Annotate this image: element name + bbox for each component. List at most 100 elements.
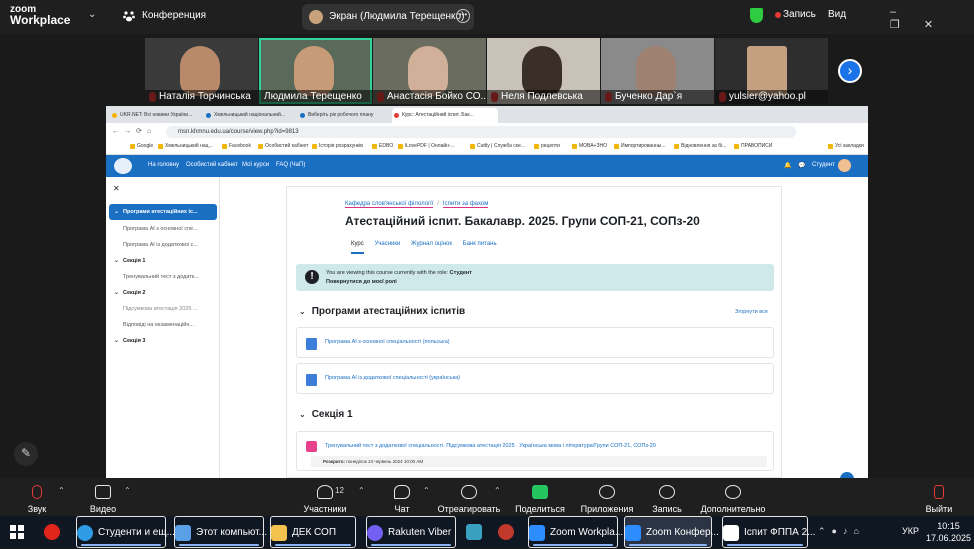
browser-nav-buttons[interactable]: ←→⟳⌂ — [112, 127, 156, 135]
sidebar-item[interactable]: Відповіді на екзаменаційн... — [109, 317, 217, 333]
bookmark[interactable]: EDBO — [372, 143, 393, 149]
taskbar-app[interactable]: Zoom Workpla... — [528, 516, 623, 548]
university-logo[interactable] — [114, 158, 132, 174]
taskbar-app-active[interactable]: Zoom Конфер... — [624, 516, 719, 548]
bookmark[interactable]: ПРАВОПИСИ — [734, 143, 772, 149]
shield-icon[interactable] — [750, 8, 763, 23]
sidebar-item[interactable]: Тренувальний тест з додатк... — [109, 269, 217, 285]
avatar[interactable] — [838, 159, 851, 172]
chevron-up-icon[interactable]: ⌃ — [124, 486, 131, 495]
taskbar-app[interactable]: Этот компьют... — [174, 516, 267, 548]
tab-grades[interactable]: Журнал оцінок — [411, 241, 452, 247]
zoom-logo[interactable]: zoom Workplace — [10, 4, 70, 26]
nav-my-courses[interactable]: Мої курси — [242, 162, 269, 168]
activity-item[interactable]: Програма АІ з основної спеціальності (по… — [296, 327, 774, 358]
bell-icon[interactable]: 🔔 — [784, 162, 791, 169]
video-tile[interactable]: Наталія Торчинська — [145, 38, 258, 104]
sidebar-item[interactable]: Підсумкова атестація 2025 ... — [109, 301, 217, 317]
view-button[interactable]: Вид — [828, 9, 846, 20]
windows-start-icon[interactable] — [10, 516, 30, 548]
reactions-button[interactable]: ⌃ Отреагировать — [434, 478, 504, 516]
video-tile-active-speaker[interactable]: Людмила Терещенко — [259, 38, 372, 104]
section-header[interactable]: ⌄ Програми атестаційних іспитів — [299, 306, 465, 317]
bookmark[interactable]: рецепти — [534, 143, 560, 149]
bookmark[interactable]: Cuttly | Служба ске... — [470, 143, 525, 149]
return-role-link[interactable]: Повернутися до моєї ролі — [326, 279, 397, 285]
bookmark[interactable]: Google — [130, 143, 153, 149]
chevron-right-icon[interactable]: › — [838, 59, 862, 83]
video-tile[interactable]: Неля Подлевська — [487, 38, 600, 104]
chevron-up-icon[interactable]: ⌃ — [58, 486, 65, 495]
tab-course[interactable]: Курс — [351, 241, 364, 254]
close-icon[interactable]: ✕ — [113, 184, 120, 193]
quiz-item[interactable]: Тренувальний тест з додаткової спеціальн… — [296, 431, 774, 471]
participants-button[interactable]: ⌃ Участники — [290, 478, 365, 516]
sidebar-section[interactable]: ⌄ Секція 2 — [109, 285, 217, 301]
more-icon[interactable]: ••• — [456, 9, 470, 23]
bookmark[interactable]: Хмельницький нац... — [158, 143, 213, 149]
browser-tab-active[interactable]: Курс: Атестаційний іспит. Бак... — [392, 108, 498, 123]
taskbar-app[interactable]: Rakuten Viber — [366, 516, 456, 548]
bookmark[interactable]: Відновлення за бі... — [674, 143, 726, 149]
record-button[interactable]: Запись — [632, 478, 702, 516]
taskbar-app[interactable]: Іспит ФППА 2... — [722, 516, 815, 548]
tab-participants[interactable]: Учасники — [374, 241, 400, 247]
window-controls[interactable]: –❐✕ — [890, 6, 974, 31]
activity-link[interactable]: Програма АІ із додаткової спеціальності … — [325, 375, 460, 381]
breadcrumb-link[interactable]: Іспити за фахом — [442, 201, 489, 208]
chevron-down-icon[interactable]: ⌄ — [88, 9, 96, 20]
share-screen-button[interactable]: Поделиться — [505, 478, 575, 516]
more-button[interactable]: Дополнительно — [698, 478, 768, 516]
clock[interactable]: 10:15 17.06.2025 — [926, 520, 971, 544]
bookmark[interactable]: Історія розрахунків — [312, 143, 363, 149]
record-status-label[interactable]: Запись — [783, 9, 816, 20]
sidebar-section[interactable]: ⌄ Секція 1 — [109, 253, 217, 269]
browser-tab[interactable]: UKR.NET: Всі новини України... — [110, 108, 200, 123]
system-tray[interactable]: ⌃●♪⌂ — [818, 526, 865, 537]
language-indicator[interactable]: УКР — [902, 526, 919, 536]
browser-tab[interactable]: Хмельницький національний... — [204, 108, 294, 123]
bookmark[interactable]: Усі закладки — [828, 143, 864, 149]
breadcrumb-link[interactable]: Кафедра слов'янської філології — [345, 201, 434, 208]
video-button[interactable]: ⌃ Видео — [68, 478, 138, 516]
tab-question-bank[interactable]: Банк питань — [463, 241, 497, 247]
chevron-up-icon[interactable]: ⌃ — [494, 486, 501, 495]
video-tile[interactable]: Бученко Дар`я — [601, 38, 714, 104]
bookmark[interactable]: МОВА+ЗНО — [572, 143, 607, 149]
taskbar-app[interactable] — [498, 516, 518, 548]
section-header[interactable]: ⌄ Секція 1 — [299, 409, 353, 420]
activity-link[interactable]: Програма АІ з основної спеціальності (по… — [325, 339, 450, 345]
taskbar-app[interactable] — [466, 516, 486, 548]
nav-dashboard[interactable]: Особистий кабінет — [186, 162, 238, 168]
bookmark[interactable]: iLovePDF | Онлайн-... — [398, 143, 455, 149]
screen-share-indicator[interactable]: Экран (Людмила Терещенко) ••• — [302, 4, 474, 30]
opera-icon[interactable] — [44, 516, 64, 548]
sidebar-item[interactable]: Програма АІ з основної спе... — [109, 221, 217, 237]
chat-button[interactable]: ⌃ Чат — [367, 478, 437, 516]
collapse-all-link[interactable]: Згорнути все — [735, 309, 768, 315]
bookmark[interactable]: Facebook — [222, 143, 251, 149]
conference-label[interactable]: Конференция — [142, 10, 206, 21]
bookmark[interactable]: Импортированны... — [614, 143, 666, 149]
nav-faq[interactable]: FAQ (ЧаП) — [276, 162, 305, 168]
leave-button[interactable]: Выйти — [904, 478, 974, 516]
audio-button[interactable]: ⌃ Звук — [2, 478, 72, 516]
user-role-label[interactable]: Студент — [812, 162, 835, 168]
nav-home[interactable]: На головну — [148, 162, 179, 168]
sidebar-item[interactable]: Програма АІ із додатковоі с... — [109, 237, 217, 253]
video-tile[interactable]: yulsier@yahoo.pl — [715, 38, 828, 104]
sidebar-section[interactable]: ⌄ Секція 3 — [109, 333, 217, 349]
taskbar-app[interactable]: ДЕК СОП — [270, 516, 356, 548]
chat-icon[interactable]: 💬 — [798, 162, 805, 169]
browser-tab[interactable]: Виберіть рік робочого плану — [298, 108, 388, 123]
pencil-icon[interactable]: ✎ — [14, 442, 38, 466]
address-bar[interactable]: msn.khmnu.edu.ua/course/view.php?id=9813 — [166, 126, 796, 138]
taskbar-app[interactable]: Студенти и ещ... — [76, 516, 175, 548]
bookmark[interactable]: Особистий кабінет — [258, 143, 308, 149]
chevron-up-icon[interactable]: ⌃ — [358, 486, 365, 495]
activity-item[interactable]: Програма АІ із додаткової спеціальності … — [296, 363, 774, 394]
chevron-up-icon[interactable]: ⌃ — [423, 486, 430, 495]
quiz-link[interactable]: Тренувальний тест з додаткової спеціальн… — [325, 443, 656, 449]
video-tile[interactable]: Анастасія Бойко СО... — [373, 38, 486, 104]
sidebar-item[interactable]: ⌄ Програми атестаційних іс... — [109, 204, 217, 220]
